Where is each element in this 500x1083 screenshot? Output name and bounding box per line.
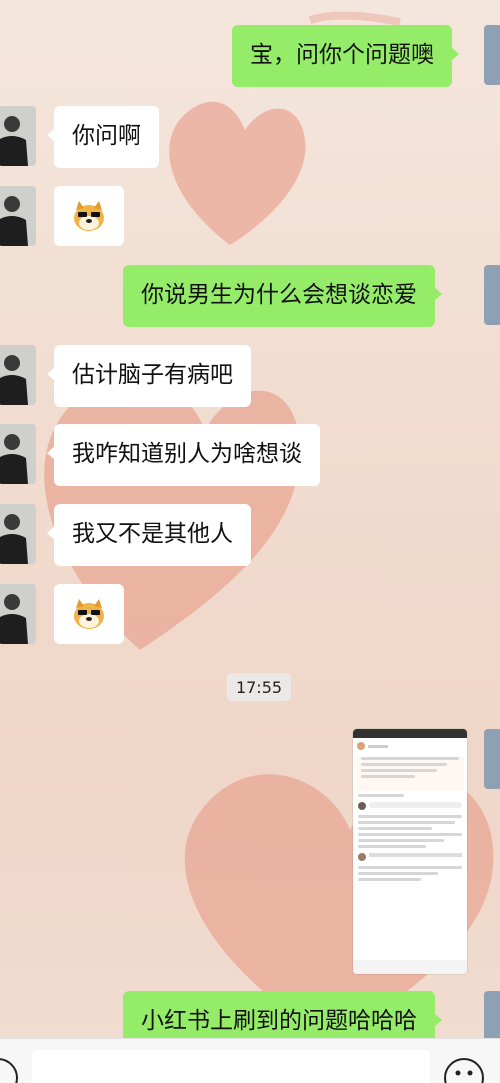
message-text: 估计脑子有病吧 bbox=[72, 362, 233, 388]
contact-avatar[interactable] bbox=[0, 424, 36, 484]
received-message-bubble[interactable]: 我咋知道别人为啥想谈 bbox=[47, 424, 320, 486]
received-message-bubble[interactable]: 你问啊 bbox=[47, 106, 159, 168]
contact-avatar[interactable] bbox=[0, 186, 36, 246]
message-text: 宝，问你个问题噢 bbox=[250, 42, 434, 68]
my-avatar[interactable] bbox=[484, 25, 500, 85]
my-avatar[interactable] bbox=[484, 265, 500, 325]
message-timestamp: 17:55 bbox=[227, 673, 291, 701]
contact-avatar[interactable] bbox=[0, 106, 36, 166]
my-avatar[interactable] bbox=[484, 729, 500, 789]
received-message-bubble[interactable]: 我又不是其他人 bbox=[47, 504, 251, 566]
doge-sticker-icon bbox=[74, 201, 104, 231]
sent-message-bubble[interactable]: 宝，问你个问题噢 bbox=[232, 25, 459, 87]
contact-avatar[interactable] bbox=[0, 345, 36, 405]
message-text: 你问啊 bbox=[72, 123, 141, 149]
message-text: 我又不是其他人 bbox=[72, 521, 233, 547]
doge-sticker-icon bbox=[74, 599, 104, 629]
screenshot-image-message[interactable] bbox=[353, 729, 467, 974]
message-text: 你说男生为什么会想谈恋爱 bbox=[141, 282, 417, 308]
message-text: 我咋知道别人为啥想谈 bbox=[72, 441, 302, 467]
received-message-bubble[interactable]: 估计脑子有病吧 bbox=[47, 345, 251, 407]
emoji-icon[interactable] bbox=[444, 1058, 484, 1083]
sticker-message[interactable] bbox=[54, 186, 124, 246]
sent-message-bubble[interactable]: 你说男生为什么会想谈恋爱 bbox=[123, 265, 442, 327]
message-text: 小红书上刷到的问题哈哈哈 bbox=[141, 1008, 417, 1034]
contact-avatar[interactable] bbox=[0, 504, 36, 564]
message-input[interactable] bbox=[32, 1050, 430, 1083]
contact-avatar[interactable] bbox=[0, 584, 36, 644]
sticker-message[interactable] bbox=[54, 584, 124, 644]
